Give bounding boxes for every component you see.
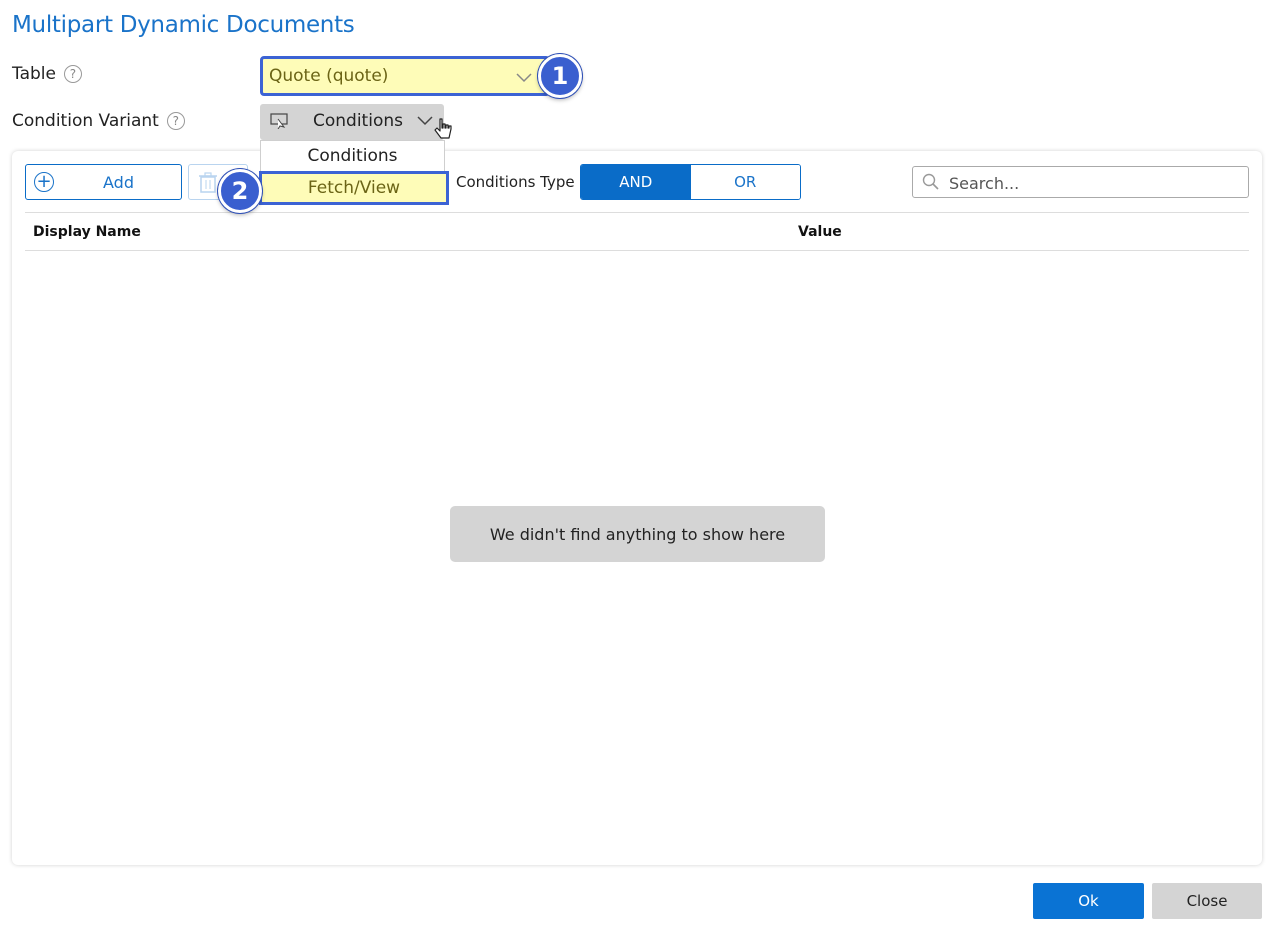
and-toggle-button[interactable]: AND xyxy=(581,165,691,199)
condition-variant-dropdown: Conditions Fetch/View xyxy=(259,140,449,205)
column-header-display-name[interactable]: Display Name xyxy=(33,224,141,240)
dropdown-option-fetch-view[interactable]: Fetch/View xyxy=(259,171,449,205)
search-icon xyxy=(922,173,940,195)
chevron-down-icon xyxy=(416,108,434,132)
variant-label-row: Condition Variant ? xyxy=(12,111,185,131)
search-input[interactable] xyxy=(947,171,1241,195)
or-toggle-button[interactable]: OR xyxy=(690,165,800,199)
add-button[interactable]: + Add xyxy=(25,164,182,200)
condition-variant-label: Condition Variant xyxy=(12,111,159,131)
table-select-value: Quote (quote) xyxy=(269,66,389,86)
cursor-select-icon xyxy=(270,113,290,134)
conditions-type-toggle: AND OR xyxy=(580,164,801,200)
grid-top-divider xyxy=(25,212,1249,213)
conditions-type-label: Conditions Type xyxy=(456,173,575,191)
empty-state-message: We didn't find anything to show here xyxy=(450,506,825,562)
step-badge-2: 2 xyxy=(218,169,262,213)
close-button[interactable]: Close xyxy=(1152,883,1262,919)
column-header-value[interactable]: Value xyxy=(798,224,842,240)
table-label-row: Table ? xyxy=(12,64,82,84)
ok-button[interactable]: Ok xyxy=(1033,883,1144,919)
table-select[interactable]: Quote (quote) xyxy=(260,56,550,96)
help-icon[interactable]: ? xyxy=(166,112,185,130)
dropdown-option-conditions[interactable]: Conditions xyxy=(261,146,444,166)
page-title: Multipart Dynamic Documents xyxy=(12,12,355,38)
help-icon[interactable]: ? xyxy=(63,65,82,83)
hand-pointer-icon xyxy=(433,117,453,147)
table-label: Table xyxy=(12,64,56,84)
condition-variant-select[interactable]: Conditions xyxy=(260,104,444,140)
step-badge-1: 1 xyxy=(538,54,582,98)
chevron-down-icon xyxy=(515,65,533,89)
search-box xyxy=(912,166,1249,198)
condition-variant-value: Conditions xyxy=(313,111,403,131)
grid-header-divider xyxy=(25,250,1249,251)
add-button-label: Add xyxy=(103,172,134,192)
trash-icon xyxy=(198,172,218,198)
